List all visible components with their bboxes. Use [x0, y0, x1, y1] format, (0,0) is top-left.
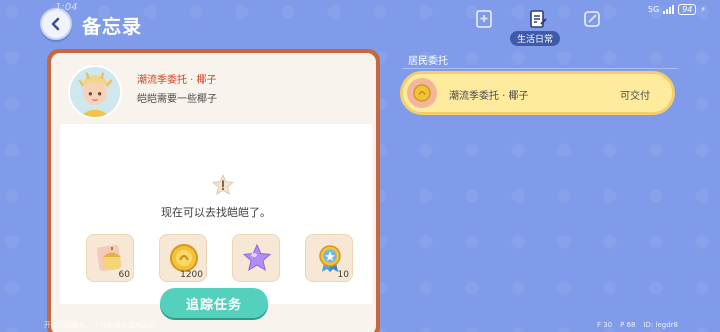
star-alert-icon — [212, 174, 234, 195]
resident-section-title: 居民委托 — [408, 56, 448, 67]
tab-daily[interactable] — [524, 6, 552, 32]
memo-body: 现在可以去找皑皑了。 60 1200 10 — [60, 124, 372, 304]
resident-quest-item[interactable]: 潮流季委托 · 椰子 可交付 — [400, 71, 675, 115]
active-tab-label: 生活日常 — [510, 31, 561, 46]
quest-item-name: 潮流季委托 · 椰子 — [449, 91, 529, 102]
signal-icon — [663, 5, 675, 14]
npc-avatar — [68, 65, 122, 119]
tab-edit[interactable] — [578, 6, 606, 32]
quest-item-status: 可交付 — [620, 91, 650, 102]
tab-bar — [470, 6, 606, 32]
id-text: ID: legdr8 — [643, 321, 678, 329]
ping-text: P 68 — [620, 321, 636, 329]
debug-info: F 30 P 68 ID: legdr8 — [597, 321, 678, 329]
quest-name: 潮流季委托 · 椰子 — [137, 75, 217, 86]
track-quest-button[interactable]: 追踪任务 — [160, 288, 268, 318]
battery-indicator: 94 — [678, 4, 697, 15]
document-edit-icon — [530, 10, 547, 28]
reward-count: 10 — [337, 270, 349, 280]
quest-description: 皑皑需要一些椰子 — [137, 94, 217, 105]
memo-message: 现在可以去找皑皑了。 — [161, 206, 271, 219]
bookmark-plus-icon — [476, 10, 492, 28]
quest-item-icon-bg — [407, 78, 437, 108]
section-divider — [402, 68, 678, 69]
npc-portrait-icon — [70, 67, 120, 117]
pencil-note-icon — [584, 11, 600, 27]
footer-note: 开发测试版本，不代表最终游戏品质 — [44, 321, 156, 329]
purple-star-icon — [242, 243, 272, 272]
fps-text: F 30 — [596, 321, 613, 329]
page-title: 备忘录 — [82, 16, 143, 38]
tab-bookmark[interactable] — [470, 6, 498, 32]
reward-count: 1200 — [180, 270, 203, 280]
charging-icon: ⚡ — [700, 5, 706, 14]
reward-star[interactable] — [232, 234, 280, 282]
network-text: 5G — [647, 5, 660, 14]
status-bar: 5G 94 ⚡ — [648, 4, 706, 15]
reward-acorn[interactable]: 60 — [86, 234, 134, 282]
clock-text: 1:04 — [55, 2, 78, 13]
reward-coin[interactable]: 1200 — [159, 234, 207, 282]
arrow-left-icon — [51, 17, 60, 31]
reward-count: 60 — [118, 270, 130, 280]
coin-icon — [413, 84, 431, 102]
reward-medal[interactable]: 10 — [305, 234, 353, 282]
